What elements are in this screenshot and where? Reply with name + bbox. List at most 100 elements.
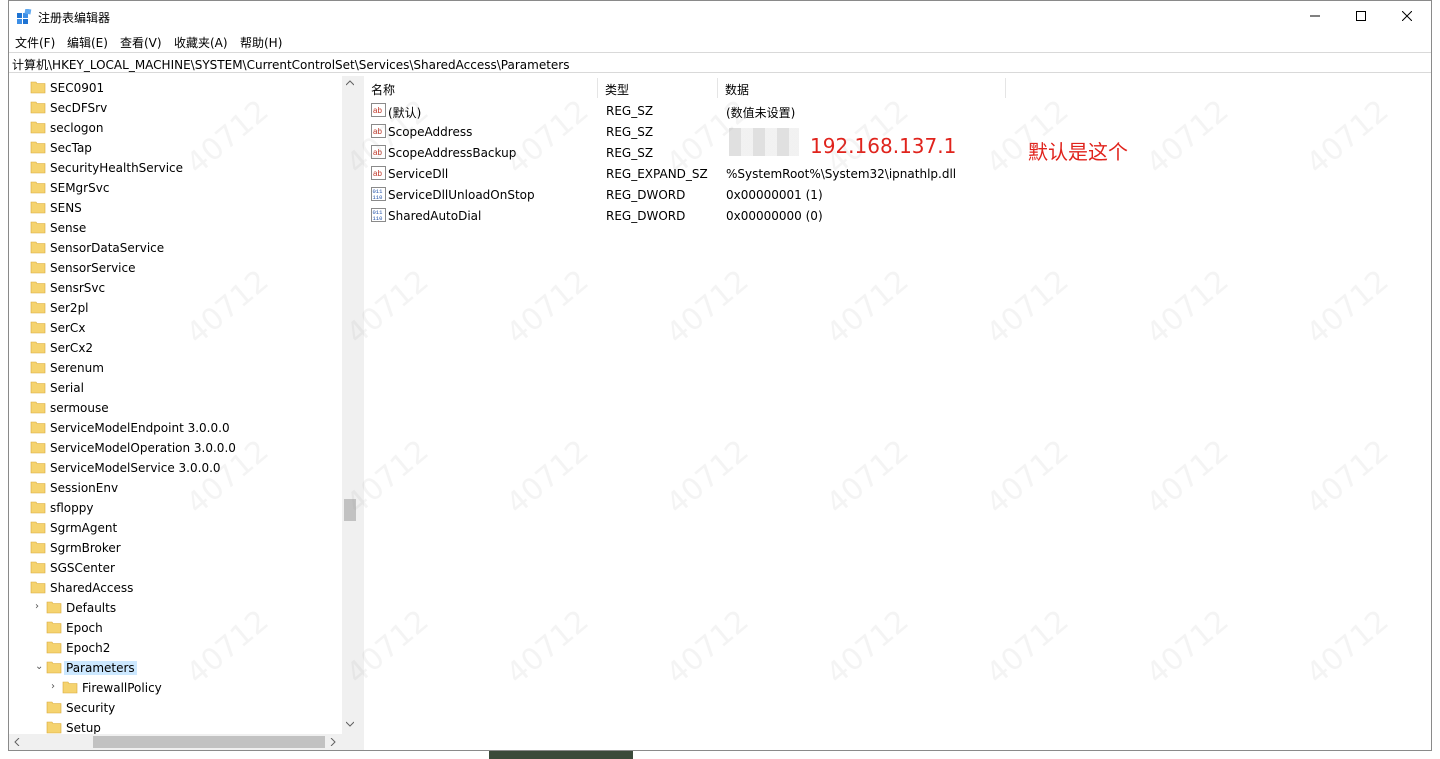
tree-item-label[interactable]: SharedAccess — [48, 581, 135, 595]
values-list-pane[interactable]: 名称 类型 数据 ab (默认) REG_SZ (数值未设置) ab ScopeAddre… — [364, 76, 1431, 750]
value-row[interactable]: ab ServiceDll REG_EXPAND_SZ %SystemRoot%\Sy… — [364, 163, 1064, 184]
tree-horizontal-scroll-thumb[interactable] — [93, 736, 325, 748]
value-row[interactable]: 011 110 SharedAutoDial REG_DWORD 0x00000000 … — [364, 205, 1064, 226]
tree-item-label[interactable]: SecTap — [48, 141, 94, 155]
tree-vertical-scroll-thumb[interactable] — [344, 499, 356, 521]
tree-item[interactable]: SensorDataService — [9, 238, 342, 258]
tree-item-label[interactable]: Ser2pl — [48, 301, 91, 315]
tree-vertical-scrollbar[interactable] — [342, 76, 358, 734]
tree-item[interactable]: SensrSvc — [9, 278, 342, 298]
value-row[interactable]: ab (默认) REG_SZ (数值未设置) — [364, 100, 1064, 121]
tree-item[interactable]: Security — [9, 698, 342, 718]
tree-item[interactable]: ServiceModelService 3.0.0.0 — [9, 458, 342, 478]
menu-help[interactable]: 帮助(H) — [240, 34, 282, 51]
value-row[interactable]: 011 110 ServiceDllUnloadOnStop REG_DWORD 0x0… — [364, 184, 1064, 205]
tree-item-label[interactable]: SEC0901 — [48, 81, 106, 95]
tree-item[interactable]: SecTap — [9, 138, 342, 158]
tree-item[interactable]: Ser2pl — [9, 298, 342, 318]
tree-item[interactable]: › Defaults — [9, 598, 342, 618]
tree-item-label[interactable]: SEMgrSvc — [48, 181, 111, 195]
tree-item[interactable]: SEC0901 — [9, 78, 342, 98]
tree-item-label[interactable]: Defaults — [64, 601, 118, 615]
tree-item-label[interactable]: SgrmAgent — [48, 521, 119, 535]
menu-edit[interactable]: 编辑(E) — [67, 34, 108, 51]
tree-item[interactable]: Sense — [9, 218, 342, 238]
tree-item[interactable]: ⌄ Parameters — [9, 658, 342, 678]
folder-icon — [30, 381, 46, 394]
tree-item[interactable]: SEMgrSvc — [9, 178, 342, 198]
column-header-data[interactable]: 数据 — [718, 78, 1006, 98]
menu-view[interactable]: 查看(V) — [120, 34, 162, 51]
tree-item[interactable]: SerCx2 — [9, 338, 342, 358]
tree-item[interactable]: ServiceModelEndpoint 3.0.0.0 — [9, 418, 342, 438]
chevron-right-icon[interactable]: › — [35, 601, 45, 613]
tree-item[interactable]: Serial — [9, 378, 342, 398]
close-button[interactable] — [1384, 1, 1430, 31]
title-bar[interactable]: 注册表编辑器 — [9, 1, 1431, 31]
tree-item-label[interactable]: ServiceModelEndpoint 3.0.0.0 — [48, 421, 232, 435]
tree-item-label[interactable]: ServiceModelService 3.0.0.0 — [48, 461, 223, 475]
value-row[interactable]: ab ScopeAddressBackup REG_SZ — [364, 142, 1064, 163]
scroll-down-icon[interactable] — [346, 721, 354, 727]
tree-item[interactable]: SgrmBroker — [9, 538, 342, 558]
menu-file[interactable]: 文件(F) — [15, 34, 55, 51]
tree-item[interactable]: SGSCenter — [9, 558, 342, 578]
tree-item-label[interactable]: SensrSvc — [48, 281, 107, 295]
tree-item-label[interactable]: sermouse — [48, 401, 111, 415]
tree-item[interactable]: Serenum — [9, 358, 342, 378]
tree-item[interactable]: sermouse — [9, 398, 342, 418]
tree-item-label[interactable]: SGSCenter — [48, 561, 117, 575]
chevron-down-icon[interactable]: ⌄ — [35, 661, 45, 673]
tree-item-label[interactable]: Serenum — [48, 361, 106, 375]
tree-item-label[interactable]: SerCx2 — [48, 341, 95, 355]
tree-item[interactable]: SgrmAgent — [9, 518, 342, 538]
tree-horizontal-scrollbar[interactable] — [9, 734, 358, 750]
tree-item[interactable]: seclogon — [9, 118, 342, 138]
address-bar[interactable]: 计算机\HKEY_LOCAL_MACHINE\SYSTEM\CurrentCon… — [9, 52, 1431, 73]
scroll-up-icon[interactable] — [346, 80, 354, 86]
tree-item[interactable]: › FirewallPolicy — [9, 678, 342, 698]
tree-item-label[interactable]: seclogon — [48, 121, 105, 135]
tree-item[interactable]: SecDFSrv — [9, 98, 342, 118]
tree-item-label[interactable]: Setup — [64, 721, 103, 735]
tree-item-label[interactable]: sfloppy — [48, 501, 96, 515]
tree-item-label[interactable]: FirewallPolicy — [80, 681, 164, 695]
tree-item-label[interactable]: SecurityHealthService — [48, 161, 185, 175]
maximize-button[interactable] — [1338, 1, 1384, 31]
tree-item[interactable]: SENS — [9, 198, 342, 218]
tree-item[interactable]: SharedAccess — [9, 578, 342, 598]
tree-item-label[interactable]: SensorDataService — [48, 241, 166, 255]
menu-favorites[interactable]: 收藏夹(A) — [174, 34, 228, 51]
tree-item[interactable]: SessionEnv — [9, 478, 342, 498]
minimize-button[interactable] — [1292, 1, 1338, 31]
tree-item-label[interactable]: Sense — [48, 221, 88, 235]
tree-item[interactable]: Epoch — [9, 618, 342, 638]
value-row[interactable]: ab ScopeAddress REG_SZ — [364, 121, 1064, 142]
tree-item-label[interactable]: SgrmBroker — [48, 541, 123, 555]
column-header-name[interactable]: 名称 — [364, 78, 598, 98]
tree-item-label[interactable]: Parameters — [64, 661, 137, 675]
tree-item-label[interactable]: Epoch — [64, 621, 105, 635]
scroll-right-icon[interactable] — [330, 738, 336, 746]
key-tree-pane[interactable]: SEC0901 SecDFSrv seclogon SecTap SecurityHea… — [9, 76, 359, 750]
tree-item[interactable]: ServiceModelOperation 3.0.0.0 — [9, 438, 342, 458]
column-header-type[interactable]: 类型 — [598, 78, 718, 98]
tree-item-label[interactable]: ServiceModelOperation 3.0.0.0 — [48, 441, 238, 455]
tree-item-label[interactable]: Epoch2 — [64, 641, 112, 655]
scroll-left-icon[interactable] — [14, 738, 20, 746]
chevron-right-icon[interactable]: › — [51, 681, 61, 693]
tree-item-label[interactable]: SensorService — [48, 261, 137, 275]
tree-item[interactable]: SensorService — [9, 258, 342, 278]
tree-item-label[interactable]: Security — [64, 701, 117, 715]
tree-item-label[interactable]: Serial — [48, 381, 86, 395]
address-path[interactable]: 计算机\HKEY_LOCAL_MACHINE\SYSTEM\CurrentCon… — [12, 56, 570, 73]
tree-item[interactable]: SerCx — [9, 318, 342, 338]
tree-item[interactable]: Epoch2 — [9, 638, 342, 658]
tree-item-label[interactable]: SerCx — [48, 321, 87, 335]
tree-item-label[interactable]: SecDFSrv — [48, 101, 109, 115]
menu-bar: 文件(F) 编辑(E) 查看(V) 收藏夹(A) 帮助(H) — [9, 31, 1431, 51]
tree-item[interactable]: sfloppy — [9, 498, 342, 518]
tree-item-label[interactable]: SessionEnv — [48, 481, 120, 495]
tree-item[interactable]: SecurityHealthService — [9, 158, 342, 178]
tree-item-label[interactable]: SENS — [48, 201, 84, 215]
